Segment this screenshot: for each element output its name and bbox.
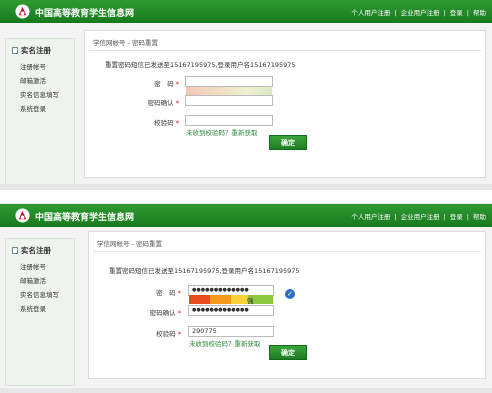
resend-code-link[interactable]: 未收到校验码？重新获取 — [186, 127, 258, 137]
breadcrumb: 学信网帐号 - 密码重置 — [93, 39, 158, 47]
nav-help[interactable]: 帮助 — [473, 9, 486, 17]
strength-segment-3 — [231, 295, 248, 304]
confirm-password-label: 密码确认 * — [147, 99, 179, 107]
sidebar: 实名注册 注册帐号 邮箱激活 实名信息填写 系统登录 — [5, 38, 75, 186]
footer-strip — [0, 388, 492, 393]
screenshot-panel-empty: 中国高等教育学生信息网 个人用户注册 | 企业用户注册 | 登录 | 帮助 实名注册 注册帐… — [0, 0, 492, 190]
sidebar-item-realname-info[interactable]: 实名信息填写 — [20, 289, 59, 299]
logo-emblem-icon — [15, 208, 30, 223]
top-bar: 中国高等教育学生信息网 个人用户注册 | 企业用户注册 | 登录 | 帮助 — [0, 0, 492, 23]
sidebar: 实名注册 注册帐号 邮箱激活 实名信息填写 系统登录 — [5, 238, 75, 386]
submit-button[interactable]: 确定 — [269, 135, 307, 150]
resend-code-link[interactable]: 未收到校验码？重新获取 — [189, 338, 261, 348]
check-circle-icon: ✓ — [285, 289, 295, 299]
footer-strip — [0, 184, 492, 190]
nav-enterprise-register[interactable]: 企业用户注册 — [401, 213, 440, 221]
top-nav: 个人用户注册 | 企业用户注册 | 登录 | 帮助 — [351, 213, 486, 221]
strength-label: 强 — [247, 297, 254, 305]
sidebar-item-email-activation[interactable]: 邮箱激活 — [20, 75, 46, 85]
sidebar-item-system-login[interactable]: 系统登录 — [20, 303, 46, 313]
nav-login[interactable]: 登录 — [450, 9, 463, 17]
verification-code-field[interactable] — [185, 115, 273, 126]
top-bar: 中国高等教育学生信息网 个人用户注册 | 企业用户注册 | 登录 | 帮助 — [0, 204, 492, 227]
submit-button[interactable]: 确定 — [269, 345, 307, 360]
strength-segment-1 — [189, 295, 210, 304]
site-title: 中国高等教育学生信息网 — [35, 213, 135, 223]
verification-code-label: 校验码 * — [154, 119, 179, 127]
confirm-password-field[interactable]: ●●●●●●●●●●●●● — [188, 305, 274, 316]
nav-personal-register[interactable]: 个人用户注册 — [351, 213, 390, 221]
password-label: 密 码 * — [156, 289, 181, 297]
sms-sent-notice: 重置密码短信已发送至15167195975,登录用户名15167195975 — [109, 267, 300, 275]
nav-personal-register[interactable]: 个人用户注册 — [351, 9, 390, 17]
screenshot-panel-filled: 中国高等教育学生信息网 个人用户注册 | 企业用户注册 | 登录 | 帮助 实名注册 注册帐… — [0, 203, 492, 393]
nav-help[interactable]: 帮助 — [473, 213, 486, 221]
main-content: 学信网帐号 - 密码重置 重置密码短信已发送至15167195975,登录用户名… — [88, 231, 486, 379]
document-icon — [12, 247, 18, 254]
confirm-password-field[interactable] — [185, 95, 273, 106]
divider — [89, 50, 481, 51]
password-field[interactable] — [185, 76, 273, 87]
verification-code-label: 校验码 * — [156, 330, 181, 338]
top-nav: 个人用户注册 | 企业用户注册 | 登录 | 帮助 — [351, 9, 486, 17]
sidebar-item-email-activation[interactable]: 邮箱激活 — [20, 275, 46, 285]
sidebar-item-realname-info[interactable]: 实名信息填写 — [20, 89, 59, 99]
main-content: 学信网帐号 - 密码重置 重置密码短信已发送至15167195975,登录用户名… — [84, 30, 486, 178]
password-strength-meter — [189, 295, 273, 304]
divider — [93, 251, 481, 252]
nav-login[interactable]: 登录 — [450, 213, 463, 221]
sidebar-item-register-account[interactable]: 注册帐号 — [20, 261, 46, 271]
nav-enterprise-register[interactable]: 企业用户注册 — [401, 9, 440, 17]
breadcrumb: 学信网帐号 - 密码重置 — [97, 240, 162, 248]
sms-sent-notice: 重置密码短信已发送至15167195975,登录用户名15167195975 — [105, 61, 296, 69]
password-label: 密 码 * — [154, 80, 179, 88]
site-title: 中国高等教育学生信息网 — [35, 9, 135, 19]
confirm-password-label: 密码确认 * — [149, 309, 181, 317]
strength-segment-2 — [210, 295, 231, 304]
sidebar-item-register-account[interactable]: 注册帐号 — [20, 61, 46, 71]
document-icon — [12, 47, 18, 54]
verification-code-field[interactable]: 290775 — [188, 326, 274, 337]
sidebar-heading: 实名注册 — [12, 245, 51, 256]
sidebar-heading: 实名注册 — [12, 45, 51, 56]
sidebar-item-system-login[interactable]: 系统登录 — [20, 103, 46, 113]
logo-emblem-icon — [15, 4, 30, 19]
